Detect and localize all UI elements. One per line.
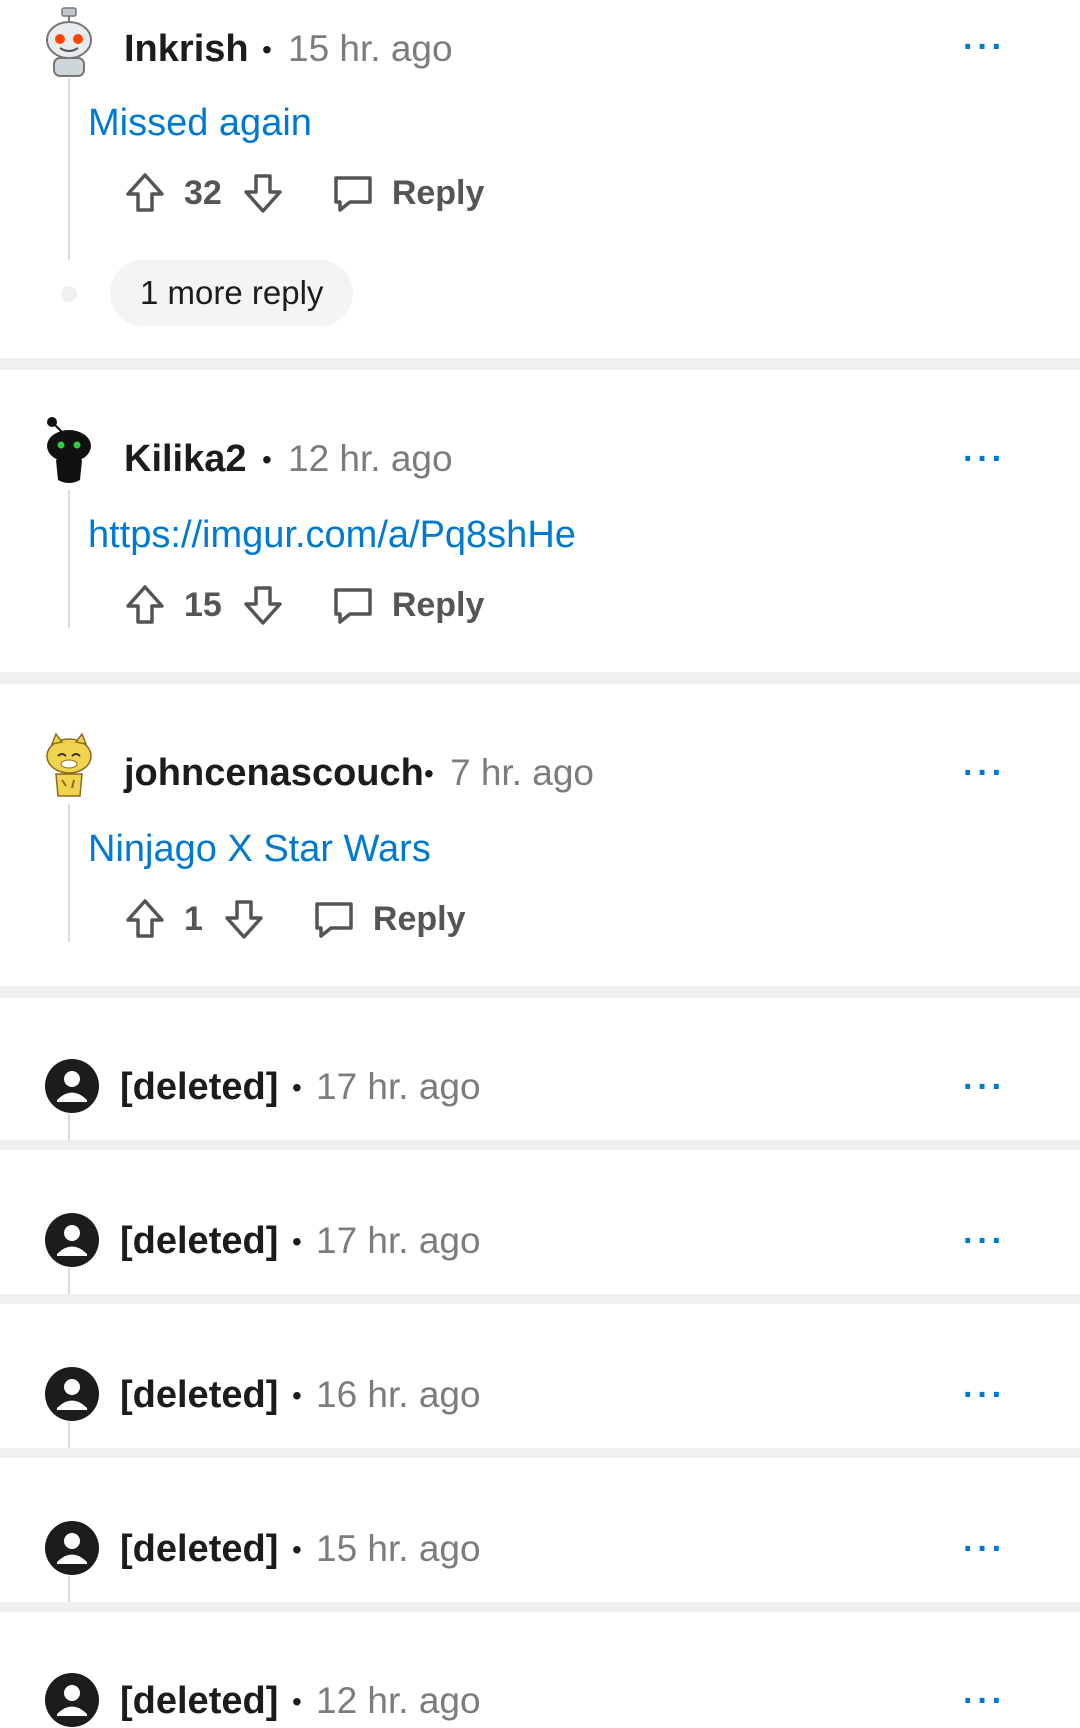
upvote-icon[interactable]: [122, 582, 168, 628]
comment-separator: [0, 1448, 1080, 1458]
comment-separator: [0, 1294, 1080, 1304]
vote-score: 15: [184, 585, 222, 624]
deleted-user-avatar-icon: [45, 1367, 99, 1421]
comment-username: [deleted]: [120, 1066, 279, 1108]
speech-bubble-icon: [334, 176, 372, 212]
reply-label: Reply: [391, 585, 485, 624]
comment-link[interactable]: https://imgur.com/a/Pq8shHe: [88, 514, 576, 557]
deleted-user-avatar-icon: [45, 1059, 99, 1113]
comment-actions: 1 Reply: [122, 894, 466, 944]
upvote-icon[interactable]: [122, 170, 168, 216]
comment-body[interactable]: Missed again: [88, 102, 312, 145]
comment-timestamp: 7 hr. ago: [450, 752, 595, 793]
comment-username: [deleted]: [120, 1528, 279, 1570]
comment-username: [deleted]: [120, 1220, 279, 1262]
reply-button[interactable]: Reply: [330, 170, 485, 216]
reply-button[interactable]: Reply: [311, 896, 466, 942]
meta-separator: •: [292, 1072, 302, 1103]
deleted-user-avatar-icon: [45, 1673, 99, 1727]
user-avatar[interactable]: [40, 414, 98, 488]
comment-timestamp: 17 hr. ago: [316, 1220, 481, 1261]
comment-actions: 32 Reply: [122, 168, 484, 218]
comment-username[interactable]: johncenascouch: [124, 752, 424, 795]
deleted-user-avatar-icon: [45, 1213, 99, 1267]
more-options-icon[interactable]: ···: [963, 754, 1006, 793]
comment-separator: [0, 672, 1080, 684]
thread-dot: [61, 286, 77, 302]
reply-label: Reply: [372, 899, 466, 938]
vote-score: 32: [184, 173, 222, 212]
comment-separator: [0, 1602, 1080, 1612]
comment-timestamp: 15 hr. ago: [316, 1528, 481, 1569]
downvote-icon[interactable]: [240, 582, 286, 628]
thread-line: [68, 1114, 70, 1140]
comment-timestamp: 17 hr. ago: [316, 1066, 481, 1107]
more-options-icon[interactable]: ···: [963, 1376, 1006, 1415]
reply-label: Reply: [391, 173, 485, 212]
reply-button[interactable]: Reply: [330, 582, 485, 628]
upvote-icon[interactable]: [122, 896, 168, 942]
thread-line: [68, 1268, 70, 1294]
more-options-icon[interactable]: ···: [963, 28, 1006, 67]
more-options-icon[interactable]: ···: [963, 1222, 1006, 1261]
comment-username: [deleted]: [120, 1680, 279, 1722]
comment-timestamp: 12 hr. ago: [288, 438, 453, 479]
thread-line: [68, 1422, 70, 1448]
comment-timestamp: 12 hr. ago: [316, 1680, 481, 1721]
meta-separator: •: [292, 1534, 302, 1565]
comment-username[interactable]: Inkrish: [124, 28, 249, 71]
comment-username: [deleted]: [120, 1374, 279, 1416]
comment-separator: [0, 1140, 1080, 1150]
speech-bubble-icon: [334, 588, 372, 624]
meta-separator: •: [292, 1380, 302, 1411]
more-options-icon[interactable]: ···: [963, 1068, 1006, 1107]
more-options-icon[interactable]: ···: [963, 1682, 1006, 1721]
more-options-icon[interactable]: ···: [963, 1530, 1006, 1569]
comment-actions: 15 Reply: [122, 580, 484, 630]
meta-separator: •: [424, 758, 434, 789]
downvote-icon[interactable]: [221, 896, 267, 942]
meta-separator: •: [262, 444, 272, 475]
meta-separator: •: [292, 1686, 302, 1717]
user-avatar[interactable]: [40, 726, 98, 800]
comment-timestamp: 16 hr. ago: [316, 1374, 481, 1415]
meta-separator: •: [292, 1226, 302, 1257]
comment-body[interactable]: Ninjago X Star Wars: [88, 828, 431, 871]
thread-line: [68, 1576, 70, 1602]
downvote-icon[interactable]: [240, 170, 286, 216]
user-avatar[interactable]: [40, 6, 98, 80]
vote-score: 1: [184, 899, 203, 938]
comment-separator: [0, 986, 1080, 998]
more-options-icon[interactable]: ···: [963, 440, 1006, 479]
meta-separator: •: [262, 34, 272, 65]
speech-bubble-icon: [315, 902, 353, 938]
comment-separator: [0, 358, 1080, 370]
more-replies-button[interactable]: 1 more reply: [110, 260, 354, 326]
thread-line: [68, 804, 70, 942]
comment-timestamp: 15 hr. ago: [288, 28, 453, 69]
deleted-user-avatar-icon: [45, 1521, 99, 1575]
comment-username[interactable]: Kilika2: [124, 438, 247, 481]
thread-line: [68, 78, 70, 260]
thread-line: [68, 490, 70, 628]
